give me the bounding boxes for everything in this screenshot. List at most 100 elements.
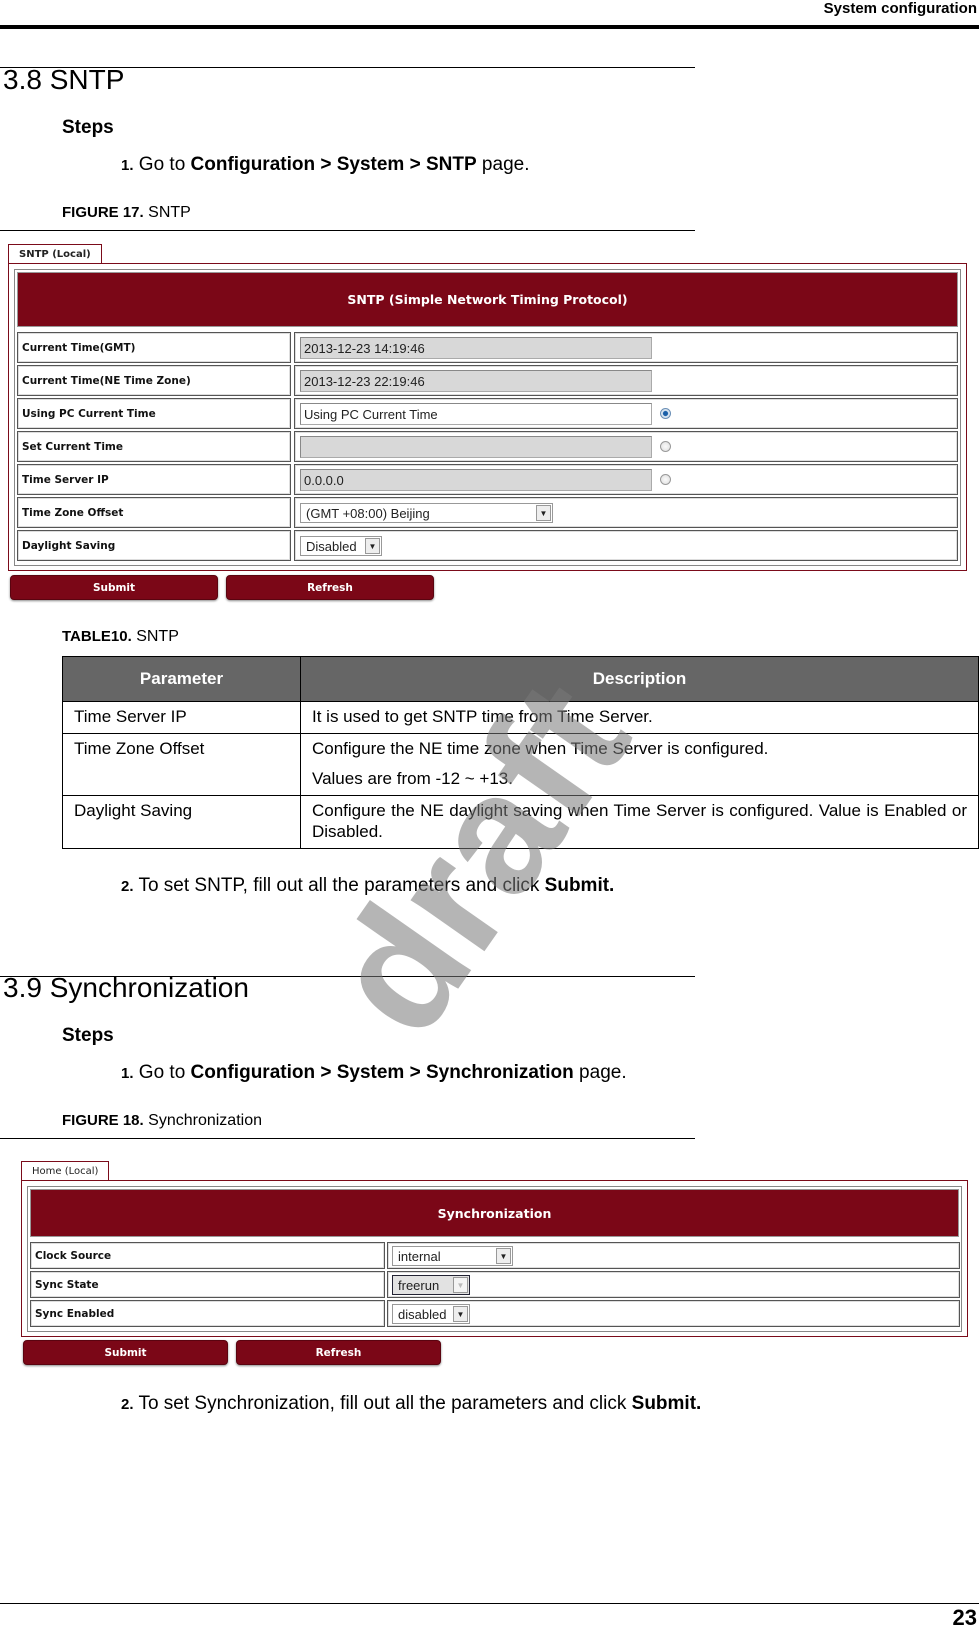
- selected-value: disabled: [398, 1306, 447, 1322]
- desc-cell: It is used to get SNTP time from Time Se…: [300, 701, 979, 734]
- current-time-ne-field[interactable]: 2013-12-23 22:19:46: [300, 370, 652, 392]
- figure-caption: FIGURE 18. Synchronization: [62, 1112, 262, 1130]
- value-cell: Disabled ▼: [294, 530, 958, 561]
- sync-banner: Synchronization: [30, 1189, 959, 1237]
- daylight-saving-select[interactable]: Disabled ▼: [300, 536, 382, 556]
- table-header-row: Parameter Description: [62, 656, 979, 702]
- action-label: Submit.: [544, 875, 615, 896]
- label-time-zone-offset: Time Zone Offset: [17, 497, 291, 528]
- label-set-current-time: Set Current Time: [17, 431, 291, 462]
- using-pc-time-radio[interactable]: [660, 408, 671, 419]
- value-cell: freerun ▼: [387, 1271, 960, 1298]
- figure-label: FIGURE 18.: [62, 1112, 144, 1129]
- param-cell: Time Zone Offset: [62, 733, 301, 796]
- sync-panel: Synchronization Clock Source internal ▼ …: [21, 1180, 968, 1337]
- tab-home-local[interactable]: Home (Local): [21, 1161, 110, 1180]
- sntp-refresh-button[interactable]: Refresh: [226, 575, 434, 600]
- value-cell: 2013-12-23 14:19:46: [294, 332, 958, 363]
- selected-value: (GMT +08:00) Beijing: [306, 505, 430, 521]
- step-number: 2.: [121, 878, 134, 895]
- figure-title: Synchronization: [148, 1112, 262, 1129]
- label-clock-source: Clock Source: [30, 1242, 385, 1269]
- label-current-time-gmt: Current Time(GMT): [17, 332, 291, 363]
- column-header: Parameter: [62, 656, 301, 702]
- value-cell: [294, 431, 958, 462]
- table-caption: TABLE10. SNTP: [62, 628, 179, 646]
- sntp-submit-button[interactable]: Submit: [10, 575, 218, 600]
- time-server-ip-radio[interactable]: [660, 474, 671, 485]
- table-title: SNTP: [136, 628, 179, 645]
- sync-enabled-select[interactable]: disabled ▼: [392, 1304, 470, 1324]
- label-using-pc-time: Using PC Current Time: [17, 398, 291, 429]
- param-cell: Time Server IP: [62, 701, 301, 734]
- selected-value: internal: [398, 1248, 441, 1264]
- value-cell: 0.0.0.0: [294, 464, 958, 495]
- chevron-down-icon[interactable]: ▼: [536, 505, 551, 521]
- value-cell: 2013-12-23 22:19:46: [294, 365, 958, 396]
- figure-caption: FIGURE 17. SNTP: [62, 204, 191, 222]
- using-pc-time-field[interactable]: Using PC Current Time: [300, 403, 652, 425]
- step-number: 1.: [121, 1065, 134, 1082]
- caption-rule: [0, 230, 695, 231]
- label-sync-state: Sync State: [30, 1271, 385, 1298]
- sntp-banner: SNTP (Simple Network Timing Protocol): [17, 272, 958, 327]
- figure-title: SNTP: [148, 204, 191, 221]
- caption-rule: [0, 1138, 695, 1139]
- header-rule: [0, 25, 979, 29]
- sntp-panel: SNTP (Simple Network Timing Protocol) Cu…: [8, 263, 967, 571]
- time-server-ip-field[interactable]: 0.0.0.0: [300, 469, 652, 491]
- step-1: 1. Go to Configuration > System > SNTP p…: [121, 154, 529, 176]
- step-text: To set Synchronization, fill out all the…: [138, 1393, 632, 1414]
- section-title-sntp: 3.8 SNTP: [3, 64, 125, 95]
- step-text: Go to: [138, 154, 191, 175]
- sync-inner-frame: Synchronization Clock Source internal ▼ …: [27, 1186, 962, 1332]
- sync-submit-button[interactable]: Submit: [23, 1340, 228, 1365]
- table-row: Time Zone Offset Configure the NE time z…: [62, 733, 979, 796]
- value-cell: Using PC Current Time: [294, 398, 958, 429]
- table-label: TABLE10.: [62, 628, 132, 645]
- value-cell: disabled ▼: [387, 1300, 960, 1327]
- set-current-time-radio[interactable]: [660, 441, 671, 452]
- sync-refresh-button[interactable]: Refresh: [236, 1340, 441, 1365]
- desc-text: Configure the NE time zone when Time Ser…: [312, 739, 769, 758]
- desc-cell: Configure the NE time zone when Time Ser…: [300, 733, 979, 796]
- label-sync-enabled: Sync Enabled: [30, 1300, 385, 1327]
- running-header: System configuration: [823, 0, 977, 17]
- chevron-down-icon[interactable]: ▼: [453, 1306, 468, 1322]
- step-text: page.: [573, 1062, 627, 1083]
- clock-source-select[interactable]: internal ▼: [392, 1246, 513, 1266]
- tab-sntp-local[interactable]: SNTP (Local): [8, 244, 102, 263]
- current-time-gmt-field[interactable]: 2013-12-23 14:19:46: [300, 337, 652, 359]
- step-2: 2. To set Synchronization, fill out all …: [121, 1393, 701, 1415]
- desc-text: It is used to get SNTP time from Time Se…: [312, 707, 653, 726]
- time-zone-offset-select[interactable]: (GMT +08:00) Beijing ▼: [300, 503, 553, 523]
- set-current-time-field[interactable]: [300, 436, 652, 458]
- step-number: 2.: [121, 1396, 134, 1413]
- table-row: Daylight Saving Configure the NE dayligh…: [62, 795, 979, 849]
- value-cell: (GMT +08:00) Beijing ▼: [294, 497, 958, 528]
- chevron-down-icon[interactable]: ▼: [496, 1248, 511, 1264]
- figure-label: FIGURE 17.: [62, 204, 144, 221]
- page-number: 23: [952, 1605, 977, 1630]
- step-text: page.: [476, 154, 530, 175]
- desc-text: Configure the NE daylight saving when Ti…: [312, 801, 967, 841]
- chevron-down-icon[interactable]: ▼: [365, 538, 380, 554]
- footer-rule: [0, 1603, 979, 1604]
- menu-path: Configuration > System > SNTP: [190, 154, 477, 175]
- table-row: Time Server IP It is used to get SNTP ti…: [62, 701, 979, 734]
- step-number: 1.: [121, 157, 134, 174]
- menu-path: Configuration > System > Synchronization: [190, 1062, 574, 1083]
- step-1: 1. Go to Configuration > System > Synchr…: [121, 1062, 627, 1084]
- chevron-down-icon: ▼: [453, 1277, 468, 1293]
- selected-value: Disabled: [306, 538, 357, 554]
- value-cell: internal ▼: [387, 1242, 960, 1269]
- action-label: Submit.: [631, 1393, 702, 1414]
- sync-state-select: freerun ▼: [392, 1275, 470, 1295]
- sntp-inner-frame: SNTP (Simple Network Timing Protocol) Cu…: [14, 269, 961, 566]
- step-text: To set SNTP, fill out all the parameters…: [138, 875, 545, 896]
- sntp-parameter-table: Parameter Description Time Server IP It …: [62, 656, 979, 849]
- desc-cell: Configure the NE daylight saving when Ti…: [300, 795, 979, 849]
- section-title-synchronization: 3.9 Synchronization: [3, 972, 249, 1003]
- label-current-time-ne: Current Time(NE Time Zone): [17, 365, 291, 396]
- steps-heading: Steps: [62, 1025, 114, 1046]
